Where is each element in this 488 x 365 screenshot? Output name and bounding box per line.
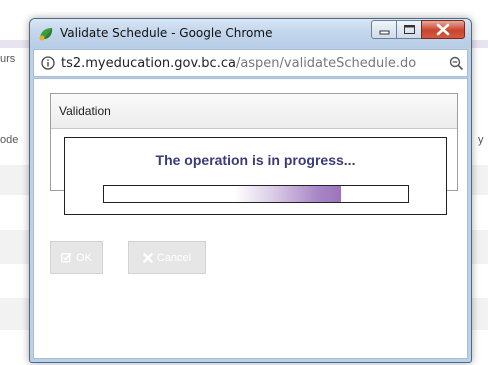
cancel-label: Cancel <box>156 251 192 264</box>
ok-button[interactable]: OK <box>50 241 103 274</box>
close-icon <box>436 23 450 36</box>
ok-label: OK <box>76 251 92 264</box>
minimize-button[interactable] <box>371 20 397 39</box>
maximize-button[interactable] <box>396 20 422 39</box>
chrome-logo-icon <box>39 28 53 41</box>
url-path: /aspen/validateSchedule.do <box>235 56 417 71</box>
window-titlebar[interactable]: Validate Schedule - Google Chrome <box>30 19 471 48</box>
x-icon <box>143 252 153 263</box>
validation-title: Validation <box>59 104 111 118</box>
zoom-out-icon[interactable] <box>449 56 464 71</box>
url-host: ts2.myeducation.gov.bc.ca <box>61 56 236 71</box>
validation-header: Validation <box>51 94 457 129</box>
check-square-icon <box>61 252 72 263</box>
progress-bar <box>103 185 409 203</box>
page-content: Validation OK Cancel <box>33 78 468 359</box>
minimize-icon <box>379 30 390 35</box>
url-text[interactable]: ts2.myeducation.gov.bc.ca/aspen/validate… <box>61 56 416 71</box>
progress-dialog: The operation is in progress... <box>64 137 447 215</box>
background-text-left-1: urs <box>0 53 16 65</box>
close-button[interactable] <box>421 20 465 39</box>
background-text-right: y <box>478 134 484 146</box>
info-icon[interactable] <box>41 56 55 70</box>
maximize-icon <box>404 25 415 34</box>
cancel-button[interactable]: Cancel <box>128 241 206 274</box>
background-text-left-2: ode <box>0 134 19 146</box>
progress-message: The operation is in progress... <box>155 152 356 168</box>
progress-bar-fill <box>104 186 341 202</box>
window-title: Validate Schedule - Google Chrome <box>60 26 273 40</box>
address-bar[interactable]: ts2.myeducation.gov.bc.ca/aspen/validate… <box>33 49 468 77</box>
